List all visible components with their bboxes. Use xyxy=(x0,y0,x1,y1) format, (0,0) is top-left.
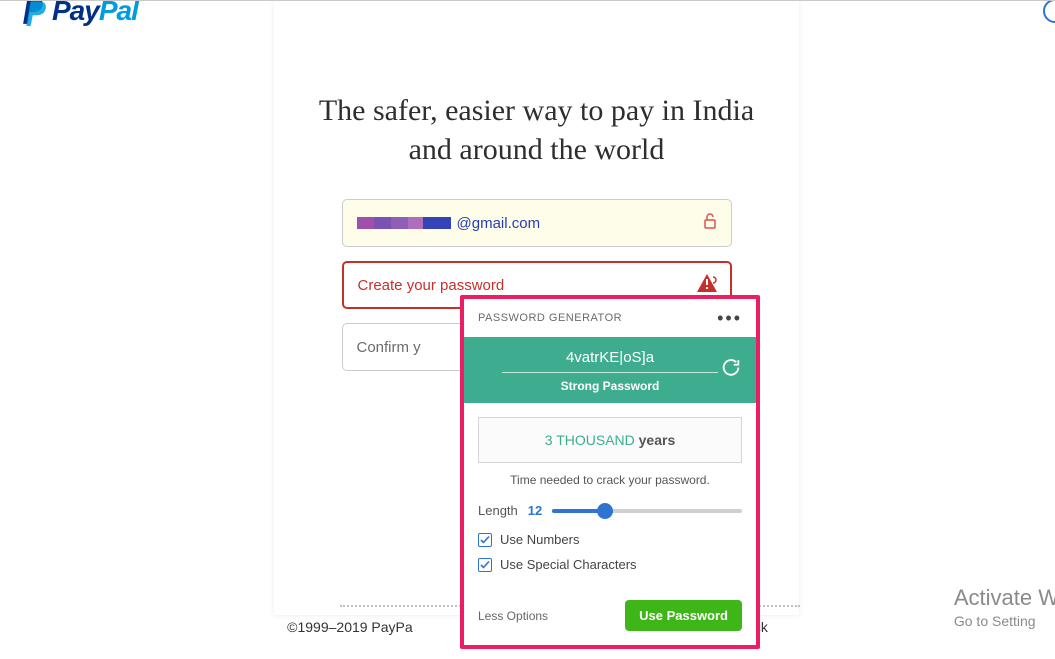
crack-time-box: 3 THOUSAND years xyxy=(478,417,742,463)
confirm-placeholder: Confirm y xyxy=(357,339,421,356)
password-generator-popup: PASSWORD GENERATOR ••• 4vatrKE|oS]a Stro… xyxy=(460,295,760,649)
copyright-text: ©1999–2019 PayPa xyxy=(287,619,413,635)
generated-password[interactable]: 4vatrKE|oS]a xyxy=(478,349,742,366)
page-headline: The safer, easier way to pay in India an… xyxy=(274,91,799,169)
use-password-button[interactable]: Use Password xyxy=(625,600,742,631)
use-special-label: Use Special Characters xyxy=(500,557,637,572)
activate-windows-watermark: Activate W Go to Setting xyxy=(954,585,1055,629)
paypal-logo: PayPal xyxy=(22,0,138,27)
use-special-checkbox[interactable] xyxy=(478,558,492,572)
length-label: Length xyxy=(478,503,518,518)
password-strength-label: Strong Password xyxy=(478,379,742,393)
length-slider[interactable] xyxy=(552,509,742,513)
password-placeholder: Create your password xyxy=(358,277,505,294)
length-value: 12 xyxy=(528,503,542,518)
crack-time-unit: years xyxy=(639,432,676,448)
popup-menu-icon[interactable]: ••• xyxy=(717,309,742,327)
crack-time-note: Time needed to crack your password. xyxy=(478,473,742,487)
profile-avatar-icon[interactable] xyxy=(1043,0,1055,23)
logo-text-pal: Pal xyxy=(99,0,138,26)
paypal-mark-icon xyxy=(22,0,50,26)
activate-sub: Go to Setting xyxy=(954,613,1055,629)
refresh-icon[interactable] xyxy=(720,357,742,384)
lock-icon xyxy=(703,213,717,233)
generated-password-band: 4vatrKE|oS]a Strong Password xyxy=(464,337,756,403)
logo-text-pay: Pay xyxy=(52,0,99,26)
email-field[interactable]: @gmail.com xyxy=(342,199,732,247)
less-options-toggle[interactable]: Less Options xyxy=(478,609,548,623)
email-redacted-part xyxy=(357,217,451,229)
use-numbers-label: Use Numbers xyxy=(500,532,579,547)
crack-time-value: 3 THOUSAND xyxy=(545,432,639,448)
activate-title: Activate W xyxy=(954,585,1055,611)
slider-knob[interactable] xyxy=(597,503,613,519)
email-domain: @gmail.com xyxy=(457,215,541,232)
popup-title: PASSWORD GENERATOR xyxy=(478,312,622,324)
use-numbers-checkbox[interactable] xyxy=(478,533,492,547)
warning-triangle-icon xyxy=(696,273,718,297)
